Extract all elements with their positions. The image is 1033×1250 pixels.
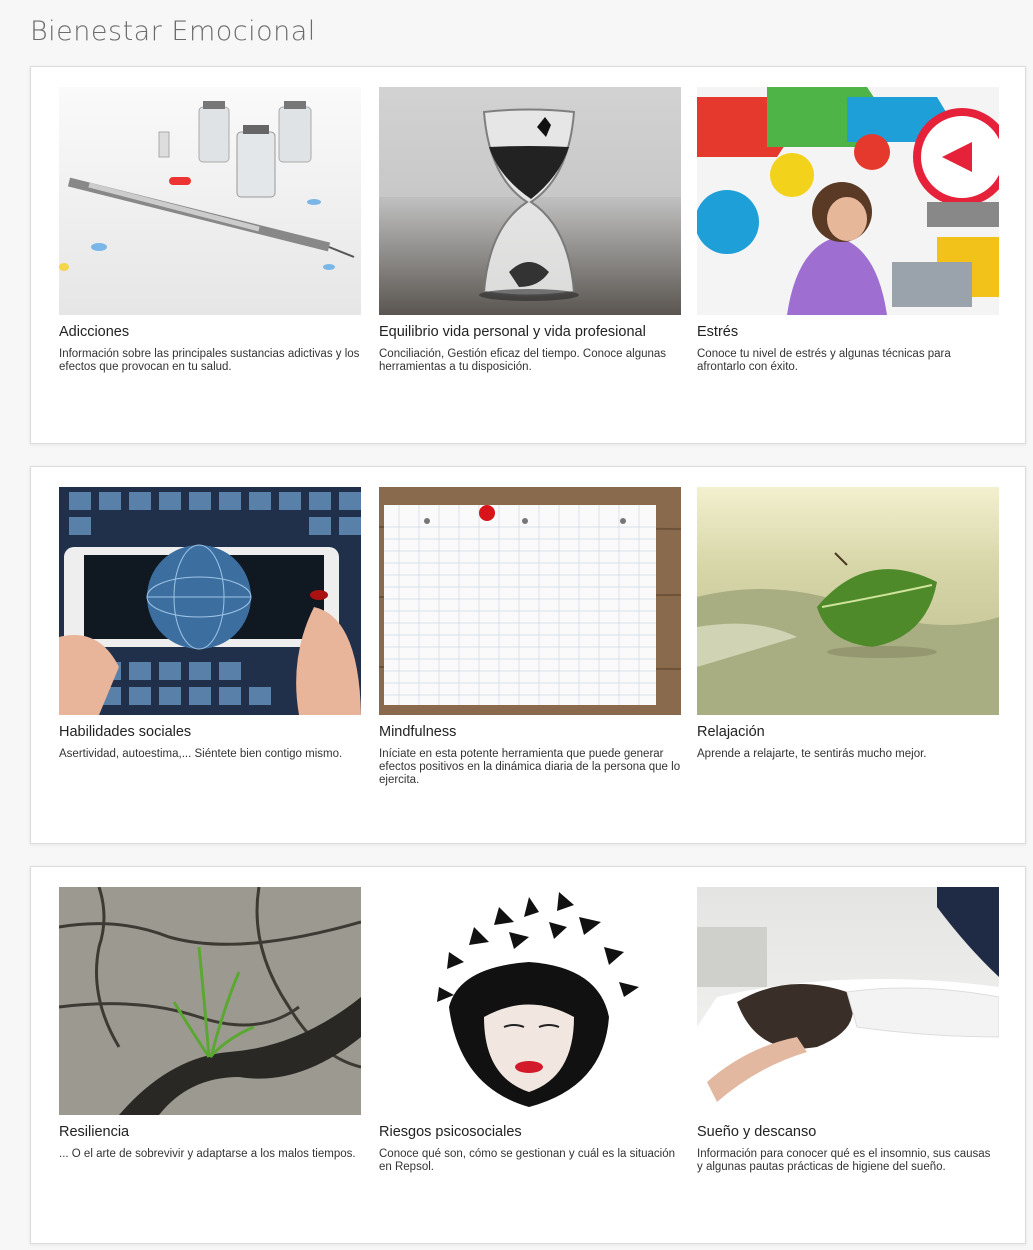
card-title[interactable]: Resiliencia	[59, 1124, 361, 1140]
card-relajacion: Relajación Aprende a relajarte, te senti…	[697, 487, 999, 761]
card-sueno-descanso: Sueño y descanso Información para conoce…	[697, 887, 999, 1174]
card-title[interactable]: Sueño y descanso	[697, 1124, 999, 1140]
card-title[interactable]: Mindfulness	[379, 724, 681, 740]
stressed-woman-arrows-image[interactable]	[697, 87, 999, 315]
card-title[interactable]: Estrés	[697, 324, 999, 340]
card-estres: Estrés Conoce tu nivel de estrés y algun…	[697, 87, 999, 374]
sprout-cracked-earth-image[interactable]	[59, 887, 361, 1115]
hourglass-image[interactable]	[379, 87, 681, 315]
card-description: Conoce tu nivel de estrés y algunas técn…	[697, 348, 951, 373]
social-globe-phone-image[interactable]	[59, 487, 361, 715]
card-adicciones: Adicciones Información sobre las princip…	[59, 87, 361, 374]
section-panel-3: Resiliencia ... O el arte de sobrevivir …	[30, 866, 1026, 1244]
shattered-head-image[interactable]	[379, 887, 681, 1115]
card-title[interactable]: Adicciones	[59, 324, 361, 340]
syringe-vials-image[interactable]	[59, 87, 361, 315]
page-title: Bienestar Emocional	[30, 16, 316, 47]
card-resiliencia: Resiliencia ... O el arte de sobrevivir …	[59, 887, 361, 1161]
section-panel-2: Habilidades sociales Asertividad, autoes…	[30, 466, 1026, 844]
card-title[interactable]: Riesgos psicosociales	[379, 1124, 681, 1140]
sleeping-woman-image[interactable]	[697, 887, 999, 1115]
card-habilidades-sociales: Habilidades sociales Asertividad, autoes…	[59, 487, 361, 761]
card-description: Iníciate en esta potente herramienta que…	[379, 748, 681, 786]
card-title[interactable]: Equilibrio vida personal y vida profesio…	[379, 324, 681, 340]
card-riesgos-psicosociales: Riesgos psicosociales Conoce qué son, có…	[379, 887, 681, 1174]
card-title[interactable]: Relajación	[697, 724, 999, 740]
card-equilibrio: Equilibrio vida personal y vida profesio…	[379, 87, 681, 374]
card-description: Conoce qué son, cómo se gestionan y cuál…	[379, 1148, 675, 1173]
card-description: ... O el arte de sobrevivir y adaptarse …	[59, 1148, 356, 1160]
notepad-pin-image[interactable]	[379, 487, 681, 715]
card-description: Aprende a relajarte, te sentirás mucho m…	[697, 748, 927, 760]
section-panel-1: Adicciones Información sobre las princip…	[30, 66, 1026, 444]
leaf-on-beach-image[interactable]	[697, 487, 999, 715]
card-description: Información para conocer qué es el insom…	[697, 1148, 991, 1173]
card-description: Conciliación, Gestión eficaz del tiempo.…	[379, 348, 667, 373]
card-description: Asertividad, autoestima,... Siéntete bie…	[59, 748, 343, 760]
card-description: Información sobre las principales sustan…	[59, 348, 360, 373]
card-mindfulness: Mindfulness Iníciate en esta potente her…	[379, 487, 681, 787]
card-title[interactable]: Habilidades sociales	[59, 724, 361, 740]
